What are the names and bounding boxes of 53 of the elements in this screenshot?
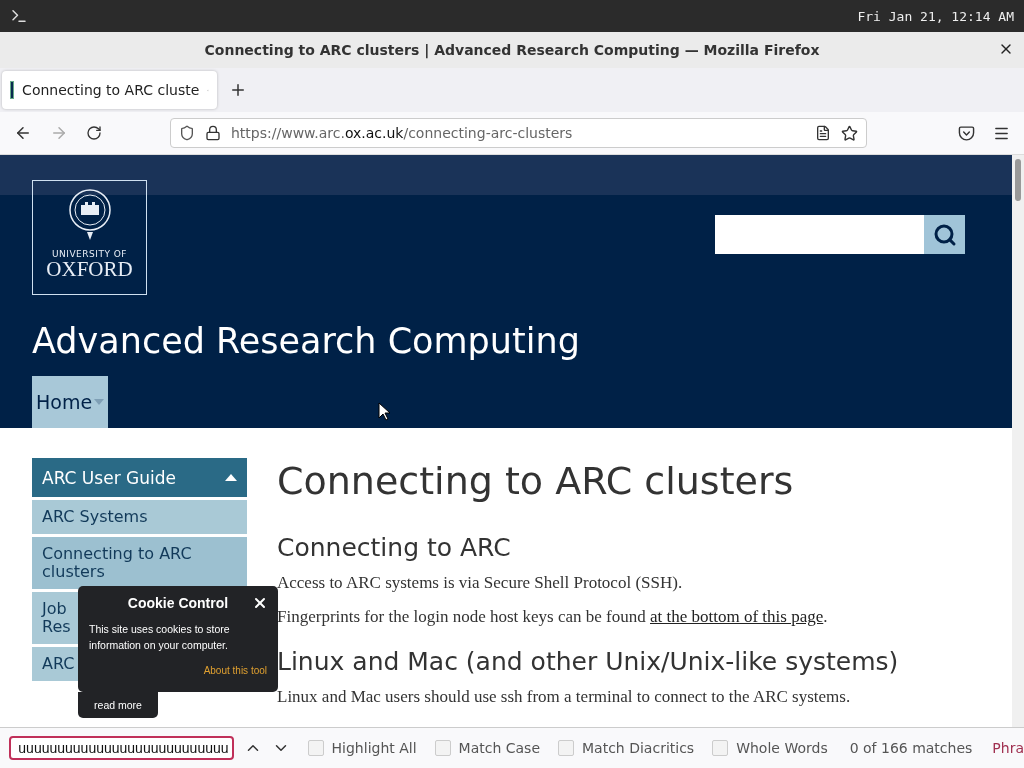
search-field[interactable] xyxy=(715,215,924,254)
site-title: Advanced Research Computing xyxy=(32,321,581,361)
section-heading: Connecting to ARC xyxy=(277,532,512,564)
reload-button[interactable] xyxy=(86,125,102,141)
sidebar-item[interactable]: Connecting to ARC clusters xyxy=(32,537,247,589)
logo-wordmark: OXFORD xyxy=(46,259,133,279)
url-text: https://www.arc.ox.ac.uk/connecting-arc-clusters xyxy=(231,125,574,141)
paragraph: Fingerprints for the login node host keys can be found at the bottom of this page. xyxy=(277,606,829,628)
sidebar-header[interactable]: ARC User Guide xyxy=(32,458,247,497)
pocket-icon[interactable] xyxy=(958,124,975,142)
terminal-icon[interactable] xyxy=(10,7,28,25)
nav-item[interactable]: Home xyxy=(32,376,109,428)
search-icon xyxy=(932,222,957,247)
popup-text: This site uses cookies to store information on your computer. xyxy=(89,622,231,653)
sidebar-item[interactable]: ARC Systems xyxy=(32,500,247,534)
university-logo[interactable]: UNIVERSITY OF OXFORD xyxy=(32,180,147,295)
favicon-icon xyxy=(10,81,15,99)
about-link[interactable]: About this tool xyxy=(203,665,267,676)
checkbox[interactable] xyxy=(434,740,451,756)
back-button[interactable] xyxy=(14,124,32,142)
popup-title: Cookie Control xyxy=(127,595,229,611)
window-title: Connecting to ARC clusters | Advanced Research Computing — Mozilla Firefox xyxy=(204,42,820,58)
reader-view-icon[interactable] xyxy=(815,125,831,141)
find-option[interactable]: Match Case xyxy=(434,740,540,756)
section-heading: Linux and Mac (and other Unix/Unix-like systems) xyxy=(277,646,900,678)
scrollbar-thumb[interactable] xyxy=(1015,159,1021,201)
logo-text: UNIVERSITY OF xyxy=(51,249,128,259)
match-count: 0 of 166 matches xyxy=(849,740,973,756)
find-option[interactable]: Highlight All xyxy=(307,740,417,756)
read-more-dialog[interactable]: read more xyxy=(78,692,158,718)
find-option-label[interactable]: Phra xyxy=(992,740,1024,756)
clock: Fri Jan 21, 12:14 AM xyxy=(857,8,1014,24)
shield-icon xyxy=(179,125,195,141)
new-tab-button[interactable] xyxy=(229,81,247,99)
caret-icon xyxy=(225,474,237,481)
page-heading: Connecting to ARC clusters xyxy=(277,458,795,504)
checkbox[interactable] xyxy=(307,740,324,756)
lock-icon xyxy=(205,125,221,141)
close-button[interactable] xyxy=(252,595,268,611)
address-bar[interactable]: https://www.arc.ox.ac.uk/connecting-arc-clusters xyxy=(170,118,867,148)
checkbox[interactable] xyxy=(558,740,574,756)
find-option[interactable]: Whole Words xyxy=(712,740,828,756)
paragraph: Linux and Mac users should use ssh from a terminal to connect to the ARC systems. xyxy=(277,686,852,708)
mouse-cursor-icon xyxy=(378,402,390,421)
browser-tab[interactable]: Connecting to ARC cluste xyxy=(2,71,217,109)
bookmark-star-icon[interactable] xyxy=(841,124,858,142)
caret-icon xyxy=(94,399,105,405)
paragraph: Access to ARC systems is via Secure Shell Protocol (SSH). xyxy=(277,572,684,594)
find-field[interactable]: uuuuuuuuuuuuuuuuuuuuuuuuuuu xyxy=(9,736,234,760)
link[interactable]: at the bottom of this page xyxy=(650,607,824,626)
find-option[interactable]: Match Diacritics xyxy=(558,740,695,756)
search-button[interactable] xyxy=(924,215,965,254)
checkbox[interactable] xyxy=(712,740,729,756)
